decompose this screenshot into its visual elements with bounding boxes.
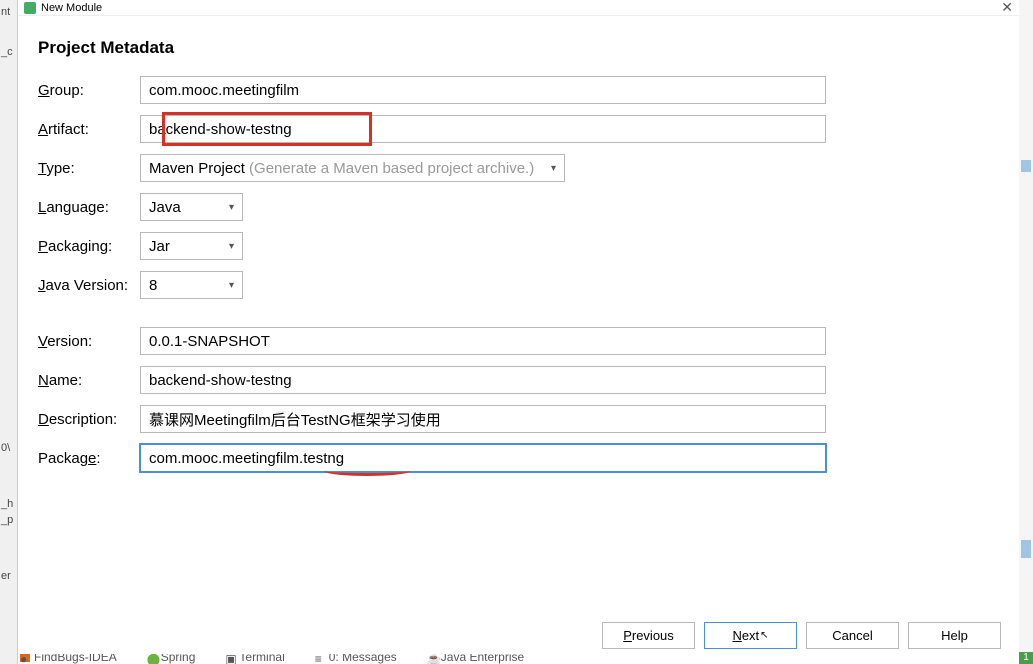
packaging-value: Jar (149, 238, 170, 255)
chevron-down-icon: ▾ (229, 280, 234, 291)
description-label: Description: (38, 411, 140, 428)
version-input[interactable] (140, 327, 826, 355)
messages-icon: ≡ (315, 654, 325, 662)
bug-icon: ● (20, 654, 30, 662)
package-input[interactable] (140, 444, 826, 472)
language-value: Java (149, 199, 181, 216)
cancel-button[interactable]: Cancel (806, 622, 899, 649)
type-label: Type: (38, 160, 140, 177)
status-findbugs[interactable]: ● FindBugs-IDEA (20, 654, 117, 664)
spring-icon: ⬤ (147, 654, 157, 662)
package-label: Package: (38, 450, 140, 467)
packaging-select[interactable]: Jar ▾ (140, 232, 243, 260)
java-version-select[interactable]: 8 ▾ (140, 271, 243, 299)
terminal-icon: ▣ (225, 654, 235, 662)
group-input[interactable] (140, 76, 826, 104)
java-icon: ☕ (427, 654, 437, 662)
status-java-enterprise[interactable]: ☕ Java Enterprise (427, 654, 524, 664)
button-bar: Previous Next↖ Cancel Help (602, 622, 1001, 649)
language-label: Language: (38, 199, 140, 216)
description-input[interactable] (140, 405, 826, 433)
artifact-label: Artifact: (38, 121, 140, 138)
type-select[interactable]: Maven Project (Generate a Maven based pr… (140, 154, 565, 182)
artifact-input[interactable] (140, 115, 826, 143)
page-title: Project Metadata (38, 38, 999, 58)
titlebar: New Module ✕ (18, 0, 1019, 16)
type-value: Maven Project (149, 160, 245, 177)
window-title: New Module (41, 2, 102, 14)
java-version-label: Java Version: (38, 277, 140, 294)
status-messages[interactable]: ≡ 0: Messages (315, 654, 397, 664)
chevron-down-icon: ▾ (551, 163, 556, 174)
name-input[interactable] (140, 366, 826, 394)
version-label: Version: (38, 333, 140, 350)
ide-left-gutter: nt _c 0\ _h _p er (0, 0, 18, 664)
chevron-down-icon: ▾ (229, 202, 234, 213)
help-button[interactable]: Help (908, 622, 1001, 649)
new-module-dialog: New Module ✕ Project Metadata Group: Art… (18, 0, 1019, 655)
previous-button[interactable]: Previous (602, 622, 695, 649)
status-spring[interactable]: ⬤ Spring (147, 654, 196, 664)
underline-annotation (324, 471, 410, 476)
status-bar: ● FindBugs-IDEA ⬤ Spring ▣ Terminal ≡ 0:… (18, 654, 1019, 664)
language-select[interactable]: Java ▾ (140, 193, 243, 221)
type-hint: (Generate a Maven based project archive.… (249, 160, 534, 177)
group-label: Group: (38, 82, 140, 99)
name-label: Name: (38, 372, 140, 389)
app-icon (24, 2, 36, 14)
java-version-value: 8 (149, 277, 157, 294)
status-terminal[interactable]: ▣ Terminal (225, 654, 284, 664)
chevron-down-icon: ▾ (229, 241, 234, 252)
packaging-label: Packaging: (38, 238, 140, 255)
next-button[interactable]: Next↖ (704, 622, 797, 649)
close-icon[interactable]: ✕ (1001, 0, 1013, 16)
ide-right-gutter: 1 (1019, 0, 1033, 664)
notification-badge[interactable]: 1 (1019, 652, 1033, 664)
